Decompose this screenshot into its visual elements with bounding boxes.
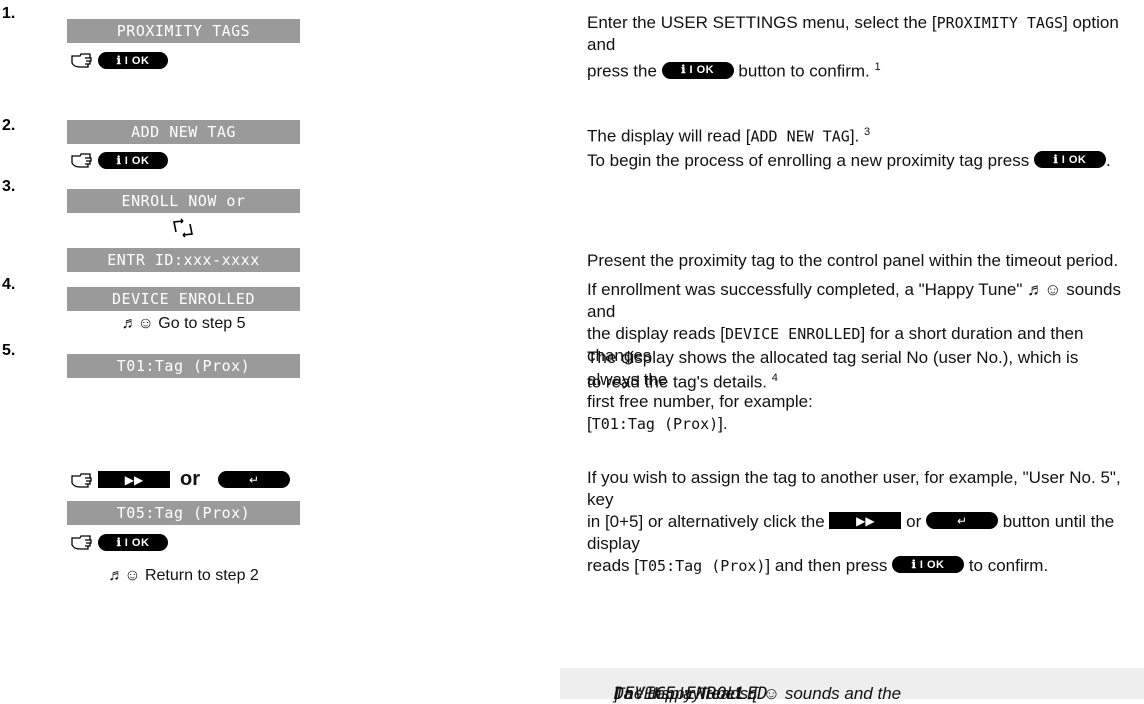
lcd-display-t01-tag: T01:Tag (Prox) [67,354,300,378]
or-label: or [180,468,200,490]
back-button-inline: ↵ [925,512,998,530]
pointing-hand-icon [71,473,92,488]
step-number-3: 3. [2,178,16,195]
step-number-1: 1. [2,5,16,22]
back-button[interactable]: ↵ [218,471,290,488]
step-3-text: Present the proximity tag to the control… [587,251,1119,270]
step-number-4: 4. [2,276,16,293]
lcd-display-add-new-tag: ADD NEW TAG [67,120,300,144]
step-6-text: If you wish to assign the tag to another… [587,468,1121,575]
next-button[interactable]: ▶▶ [98,471,170,488]
toggle-cycle-icon [173,218,193,238]
step-5-text: The display shows the allocated tag seri… [587,348,1079,433]
step-number-2: 2. [2,117,16,134]
step-6-caption: ♬☺ Return to step 2 [108,567,259,584]
next-button-inline: ▶▶ [829,512,902,530]
lcd-display-entr-id: ENTR ID:xxx-xxxx [67,248,300,272]
lcd-display-t05-tag: T05:Tag (Prox) [67,501,300,525]
lcd-display-device-enrolled: DEVICE ENROLLED [67,287,300,311]
ok-button-inline: ℹ I OK [661,61,734,79]
lcd-display-enroll-now: ENROLL NOW or [67,189,300,213]
step-2-text-line2: To begin the process of enrolling a new … [587,151,1111,170]
lcd-display-proximity-tags: PROXIMITY TAGS [67,19,300,43]
ok-button[interactable]: ℹ I OK [98,52,168,69]
pointing-hand-icon [71,153,92,168]
note-box: The display reads [DEVICE ENROLLED] a "H… [560,668,1144,704]
ok-button[interactable]: ℹ I OK [98,534,168,551]
step-4-caption: ♬☺ Go to step 5 [121,315,246,332]
ok-button-inline: ℹ I OK [892,556,965,574]
step-1-text: Enter the USER SETTINGS menu, select the… [587,13,1119,81]
ok-button[interactable]: ℹ I OK [98,152,168,169]
pointing-hand-icon [71,535,92,550]
step-number-5: 5. [2,342,16,359]
step-2-text: The display will read [ADD NEW TAG]. 3 [587,126,871,146]
pointing-hand-icon [71,53,92,68]
ok-button-inline: ℹ I OK [1033,151,1106,169]
